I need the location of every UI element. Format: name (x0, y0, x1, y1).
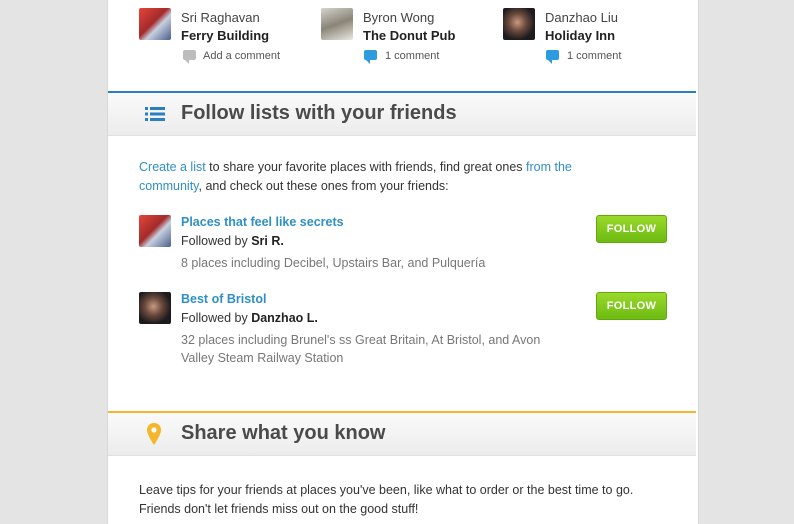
friend-place[interactable]: Holiday Inn (545, 28, 615, 43)
section-title: Follow lists with your friends (181, 102, 457, 124)
avatar[interactable] (321, 8, 353, 40)
friend-place[interactable]: Ferry Building (181, 28, 269, 43)
friend-place[interactable]: The Donut Pub (363, 28, 455, 43)
followed-by-label: Followed by (181, 311, 252, 325)
follower-name[interactable]: Sri R. (251, 234, 284, 248)
section-title: Share what you know (181, 422, 386, 444)
avatar[interactable] (139, 215, 171, 247)
lists-section-header: Follow lists with your friends (108, 91, 696, 136)
list-icon (145, 107, 165, 121)
community-link[interactable]: community (139, 179, 199, 193)
friend-name[interactable]: Byron Wong (363, 10, 434, 25)
lists-intro: Create a list to share your favorite pla… (139, 158, 572, 196)
follower-name[interactable]: Danzhao L. (251, 311, 318, 325)
comment-icon (546, 50, 559, 64)
list-description: 32 places including Brunel's ss Great Br… (181, 331, 581, 367)
community-link[interactable]: from the (526, 160, 572, 174)
create-list-link[interactable]: Create a list (139, 160, 206, 174)
comment-count-link[interactable]: 1 comment (567, 50, 621, 62)
follow-button[interactable]: FOLLOW (596, 292, 667, 320)
list-description-line: 32 places including Brunel's ss Great Br… (181, 333, 541, 347)
avatar[interactable] (139, 292, 171, 324)
friend-name[interactable]: Sri Raghavan (181, 10, 260, 25)
avatar[interactable] (503, 8, 535, 40)
followed-by-label: Followed by (181, 234, 252, 248)
share-line: Leave tips for your friends at places yo… (139, 483, 634, 497)
share-text: Leave tips for your friends at places yo… (139, 481, 633, 519)
friend-name[interactable]: Danzhao Liu (545, 10, 618, 25)
list-description: 8 places including Decibel, Upstairs Bar… (181, 256, 486, 270)
followed-by: Followed by Danzhao L. (181, 311, 318, 325)
add-comment-link[interactable]: Add a comment (203, 50, 280, 62)
intro-text: to share your favorite places with frien… (205, 160, 527, 174)
avatar[interactable] (139, 8, 171, 40)
location-pin-icon (147, 423, 161, 445)
share-section-header: Share what you know (108, 411, 696, 456)
comment-icon (364, 50, 377, 64)
share-line: Friends don't let friends miss out on th… (139, 502, 419, 516)
comment-icon (183, 50, 196, 64)
list-title-link[interactable]: Best of Bristol (181, 292, 266, 306)
followed-by: Followed by Sri R. (181, 234, 284, 248)
list-description-line: Valley Steam Railway Station (181, 351, 344, 365)
follow-button[interactable]: FOLLOW (596, 215, 667, 243)
intro-text: , and check out these ones from your fri… (198, 179, 449, 193)
comment-count-link[interactable]: 1 comment (385, 50, 439, 62)
list-title-link[interactable]: Places that feel like secrets (181, 215, 344, 229)
